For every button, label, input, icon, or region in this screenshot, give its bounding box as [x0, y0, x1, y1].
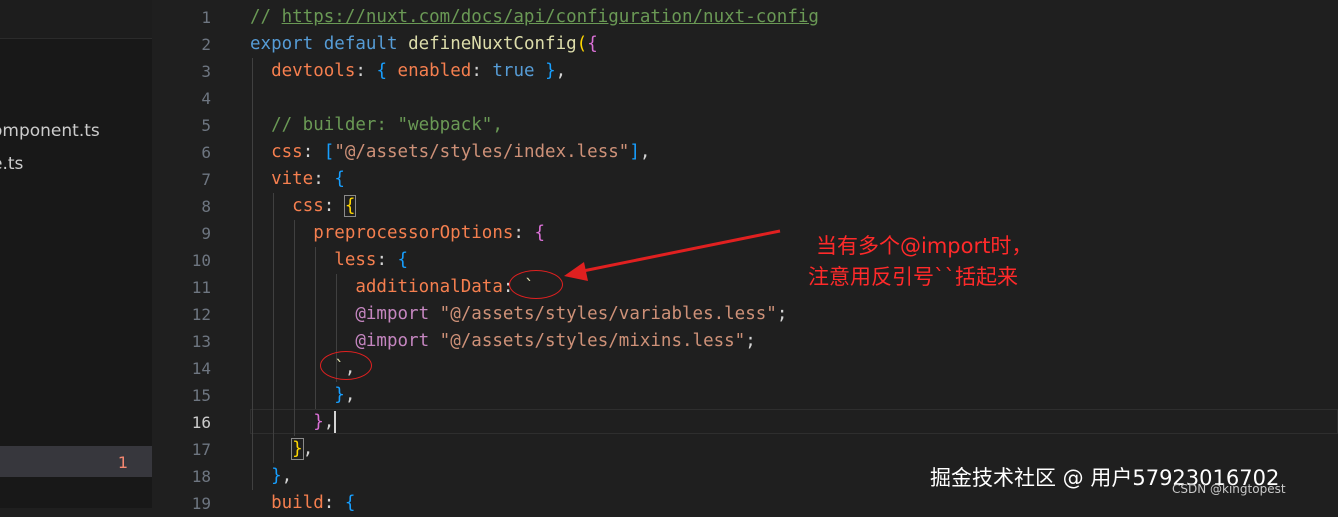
config-docs-link[interactable]: https://nuxt.com/docs/api/configuration/…: [282, 7, 819, 27]
line-number: 8: [201, 197, 211, 216]
code-line-16: },: [313, 411, 337, 433]
line-number: 19: [191, 494, 211, 513]
code-line-7: vite: {: [271, 169, 345, 189]
code-line-13: @import "@/assets/styles/mixins.less";: [355, 331, 756, 351]
code-line-9: preprocessorOptions: {: [313, 223, 546, 243]
file-item[interactable]: e.ts: [0, 154, 23, 174]
code-line-8: css: {: [292, 195, 357, 217]
code-line-10: less: {: [334, 250, 409, 270]
line-number: 1: [201, 8, 211, 27]
code-line-17: },: [291, 438, 314, 460]
file-explorer-sidebar: omponent.ts e.ts 1: [0, 0, 152, 508]
code-editor[interactable]: // https://nuxt.com/docs/api/configurati…: [250, 4, 1338, 517]
line-number: 11: [191, 278, 211, 297]
line-number: 7: [201, 170, 211, 189]
annotation-arrow-icon: [564, 229, 781, 281]
annotation-note-line1: 当有多个@import时，: [816, 234, 1033, 258]
matched-bracket: {: [343, 195, 357, 217]
line-number: 14: [191, 359, 211, 378]
code-line-11: additionalData: `: [355, 277, 535, 297]
line-number: 13: [191, 332, 211, 351]
code-line-3: devtools: { enabled: true },: [271, 61, 567, 81]
line-number: 5: [201, 116, 211, 135]
code-line-2: export default defineNuxtConfig({: [250, 34, 598, 54]
line-number: 15: [191, 386, 211, 405]
code-line-15: },: [334, 385, 356, 405]
line-number: 10: [191, 251, 211, 270]
line-number: 18: [191, 467, 211, 486]
line-number: 9: [201, 224, 211, 243]
text-cursor: [334, 411, 337, 433]
line-number: 16: [191, 413, 211, 432]
line-number: 2: [201, 35, 211, 54]
sidebar-header: [0, 0, 152, 39]
code-line-14: `,: [334, 358, 356, 378]
line-number: 6: [201, 143, 211, 162]
annotation-note-line2: 注意用反引号``括起来: [808, 265, 1018, 289]
backtick-highlight-ellipse: [509, 270, 563, 299]
code-line-1: // https://nuxt.com/docs/api/configurati…: [250, 7, 819, 27]
problem-count-badge: 1: [117, 453, 128, 472]
line-number-gutter: 1 2 3 4 5 6 7 8 9 10 11 12 13 14 15 16 17 18 19: [152, 4, 230, 517]
matched-bracket: }: [291, 438, 304, 460]
selected-file-row[interactable]: 1: [0, 446, 152, 477]
line-number: 3: [201, 62, 211, 81]
code-line-6: css: ["@/assets/styles/index.less"],: [271, 142, 651, 162]
code-line-5: // builder: "webpack",: [271, 115, 503, 135]
code-line-12: @import "@/assets/styles/variables.less"…: [355, 304, 788, 324]
file-item[interactable]: omponent.ts: [0, 121, 100, 141]
line-number: 17: [191, 440, 211, 459]
csdn-watermark: CSDN @kingtopest: [1172, 482, 1286, 496]
backtick-highlight-ellipse: [320, 351, 372, 380]
line-number: 12: [191, 305, 211, 324]
line-number: 4: [201, 89, 211, 108]
